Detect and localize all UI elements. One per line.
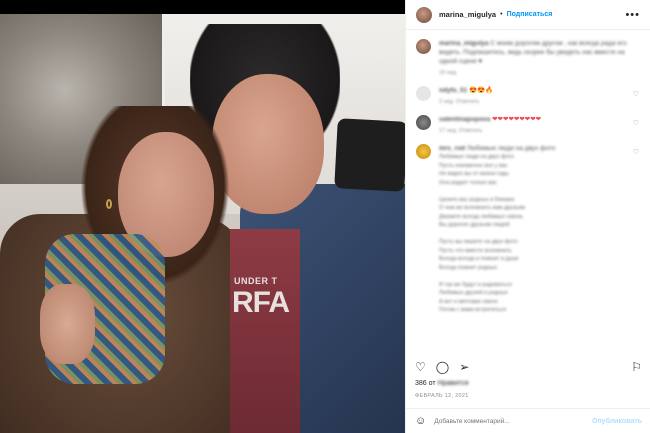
comment-icon[interactable]: ◯ [436,360,449,374]
comment-meta: 2 нед. Ответить [439,99,480,105]
bookmark-icon[interactable]: ⚐ [631,360,642,374]
heart-icon[interactable]: ♡ [633,119,639,127]
comment-username[interactable]: mrs_rod [439,145,465,152]
comment-text: 😍😍🔥 [469,87,494,94]
comment-meta: 17 нед. Ответить [439,128,483,134]
earring [106,199,112,209]
likes-count[interactable]: 386 от Нравится [415,380,468,387]
post-date: ФЕВРАЛЬ 12, 2021 [415,393,469,399]
man-shirt [230,229,300,433]
publish-button[interactable]: Опубликовать [592,418,642,425]
post-actions: ♡ ◯ ➢ ⚐ [406,357,650,377]
comment-username[interactable]: marina_migulya [439,40,489,47]
avatar[interactable] [416,144,431,159]
comment-username[interactable]: valentinapopova [439,116,490,123]
avatar[interactable] [416,6,432,23]
post-side-panel: marina_migulya • Подписаться ••• marina_… [405,0,650,433]
avatar[interactable] [416,86,431,101]
comment-text: ❤❤❤❤❤❤❤❤❤ [492,116,542,123]
emoji-icon[interactable]: ☺ [415,415,426,427]
shirt-print-big: RFA [232,286,290,319]
post-header: marina_migulya • Подписаться ••• [406,0,650,30]
comments-list[interactable]: marina_migulya С моим дорогим другом , к… [406,31,650,349]
comment-item: marina_migulya С моим дорогим другом , к… [416,39,641,78]
follow-button[interactable]: Подписаться [507,11,553,18]
more-options-button[interactable]: ••• [625,9,640,21]
comment-item: mrs_rod Любимые люди на двух фото Любимы… [416,144,641,315]
post-username[interactable]: marina_migulya [439,10,496,19]
avatar[interactable] [416,115,431,130]
post-photo[interactable]: UNDER T RFA [0,14,405,433]
heart-icon[interactable]: ♡ [633,90,639,98]
comment-text: Любимые люди на двух фото [466,145,556,152]
comment-username[interactable]: ndyfa_51 [439,87,467,94]
avatar[interactable] [416,39,431,54]
share-icon[interactable]: ➢ [459,360,469,374]
separator-dot: • [500,11,503,18]
add-comment-bar: ☺ Опубликовать [406,408,650,433]
comment-item: valentinapopova ❤❤❤❤❤❤❤❤❤ 17 нед. Ответи… [416,115,641,136]
woman-hand [40,284,95,364]
shirt-print-line: UNDER T [234,276,278,286]
comment-meta: 19 нед. [439,70,458,76]
phone [334,118,405,192]
heart-icon[interactable]: ♡ [633,148,639,156]
comment-input[interactable] [434,417,592,425]
like-heart-icon[interactable]: ♡ [415,360,426,374]
comment-item: ndyfa_51 😍😍🔥 2 нед. Ответить ♡ [416,86,641,107]
comment-poem: Любимые люди на двух фото Пусть неизменн… [439,154,526,313]
